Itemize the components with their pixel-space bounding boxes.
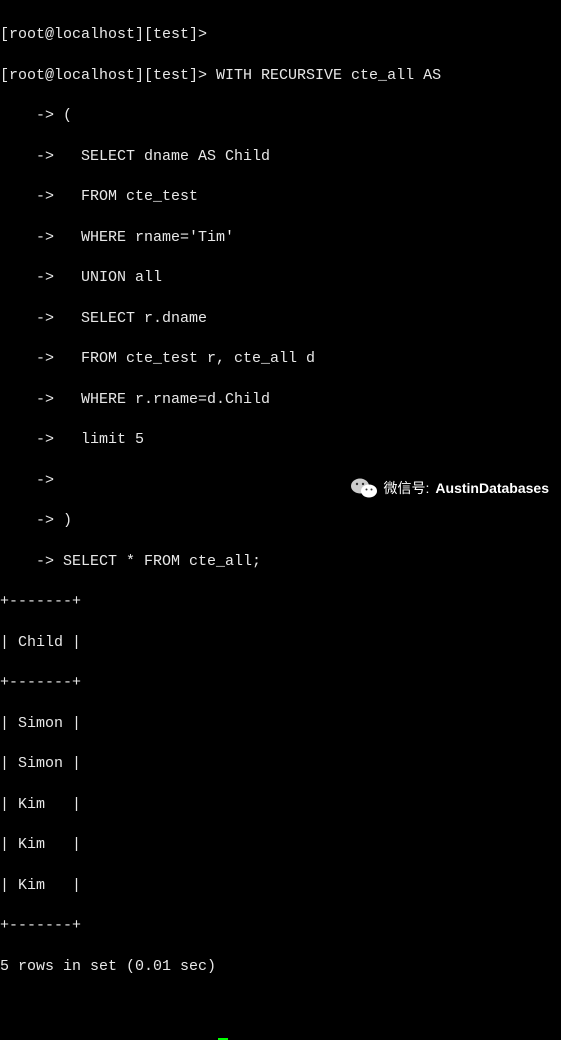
terminal-line: -> )	[0, 511, 561, 531]
watermark-name: AustinDatabases	[435, 479, 549, 498]
terminal-prompt-line[interactable]: [root@localhost][test]>	[0, 1038, 561, 1040]
terminal-line: -> limit 5	[0, 430, 561, 450]
terminal-output[interactable]: [root@localhost][test]> [root@localhost]…	[0, 5, 561, 1040]
terminal-line: [root@localhost][test]>	[0, 25, 561, 45]
terminal-line: | Kim |	[0, 835, 561, 855]
terminal-line: -> SELECT * FROM cte_all;	[0, 552, 561, 572]
terminal-line: +-------+	[0, 916, 561, 936]
terminal-line: -> FROM cte_test r, cte_all d	[0, 349, 561, 369]
terminal-line: -> (	[0, 106, 561, 126]
terminal-line	[0, 997, 561, 1017]
terminal-line: 5 rows in set (0.01 sec)	[0, 957, 561, 977]
terminal-line: [root@localhost][test]> WITH RECURSIVE c…	[0, 66, 561, 86]
cursor	[218, 1038, 228, 1040]
terminal-line: -> FROM cte_test	[0, 187, 561, 207]
terminal-line: | Child |	[0, 633, 561, 653]
terminal-line: -> SELECT dname AS Child	[0, 147, 561, 167]
terminal-line: | Simon |	[0, 714, 561, 734]
wechat-icon	[350, 476, 378, 500]
terminal-prompt: [root@localhost][test]>	[0, 1039, 216, 1040]
terminal-line: +-------+	[0, 592, 561, 612]
terminal-line: | Simon |	[0, 754, 561, 774]
watermark-label: 微信号:	[384, 479, 430, 498]
watermark: 微信号: AustinDatabases	[350, 476, 549, 500]
terminal-line: +-------+	[0, 673, 561, 693]
terminal-line: | Kim |	[0, 876, 561, 896]
terminal-line: -> SELECT r.dname	[0, 309, 561, 329]
terminal-line: | Kim |	[0, 795, 561, 815]
terminal-line: -> WHERE rname='Tim'	[0, 228, 561, 248]
terminal-line: -> WHERE r.rname=d.Child	[0, 390, 561, 410]
terminal-line: -> UNION all	[0, 268, 561, 288]
